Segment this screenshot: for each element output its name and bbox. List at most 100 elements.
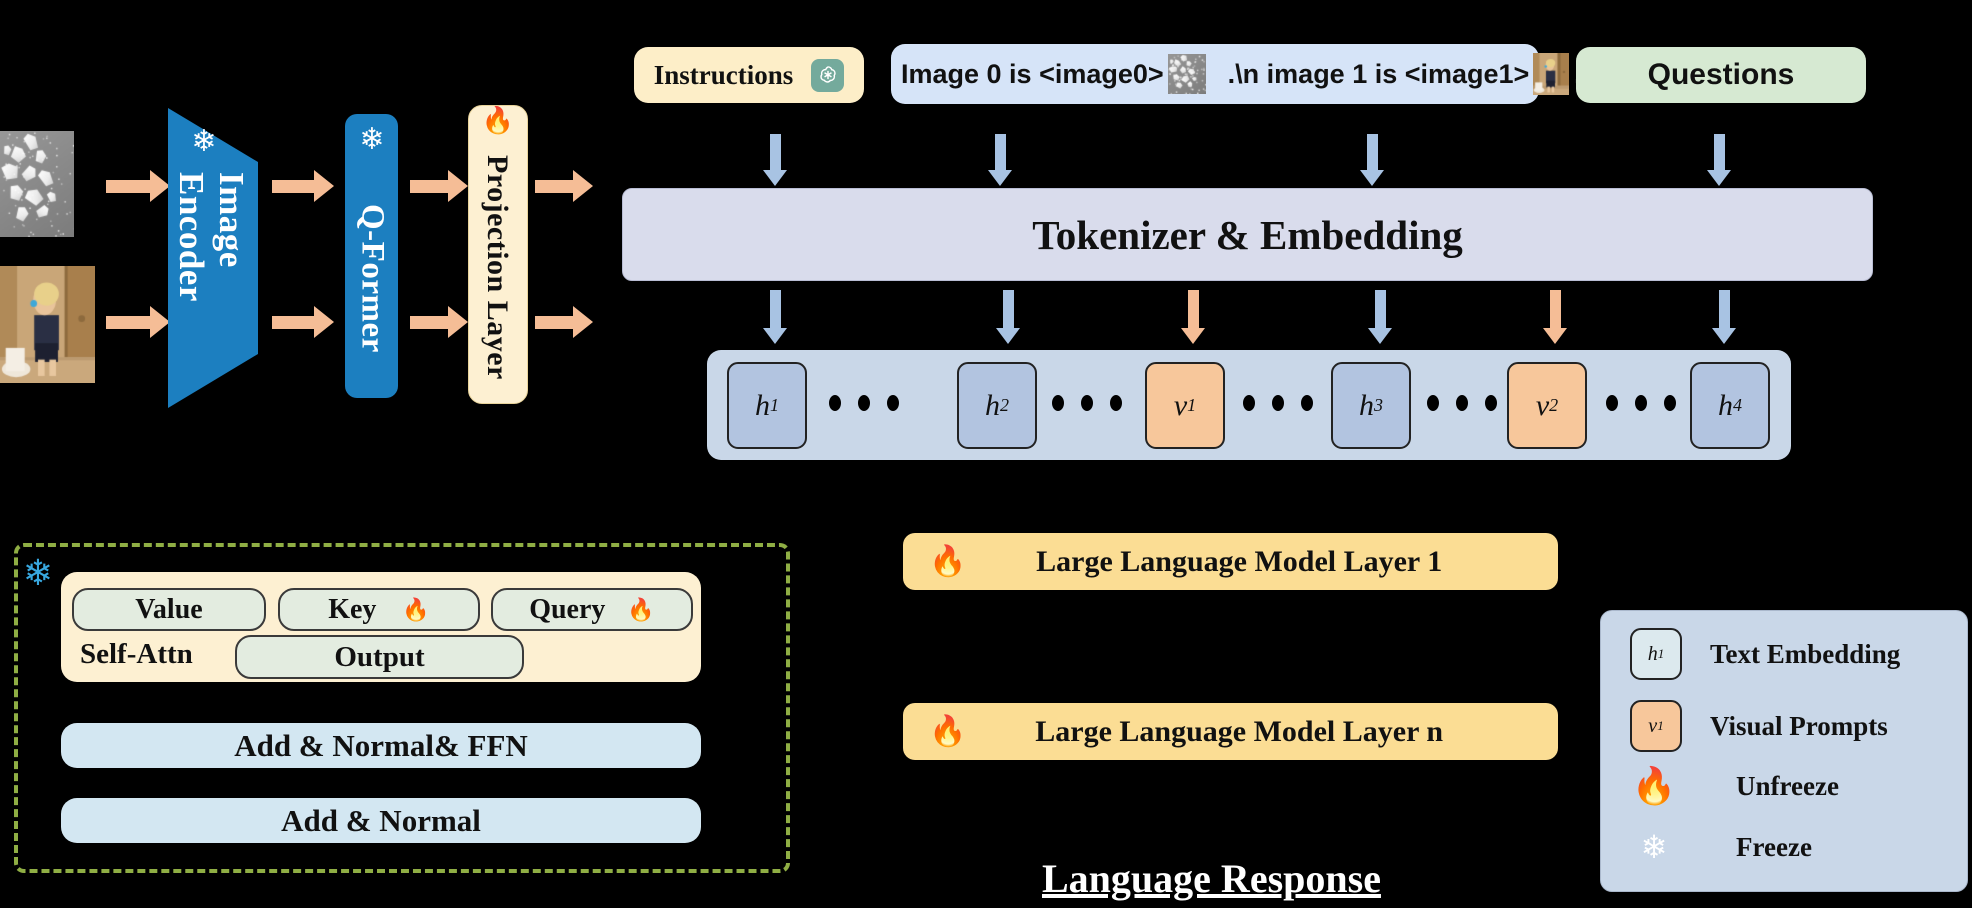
legend-swatch-h-label: h	[1648, 643, 1658, 666]
query-fire-icon: 🔥	[627, 599, 654, 621]
token-h2-label: h	[985, 389, 1000, 423]
legend-swatch-visual-prompts: v1	[1630, 700, 1682, 752]
language-response-label: Language Response	[1042, 855, 1381, 902]
arrow-questions-to-tokenizer	[1707, 134, 1731, 186]
add-normal-bar[interactable]: Add & Normal	[61, 798, 701, 843]
arrow-image2-to-encoder	[106, 306, 170, 338]
arrow-qformer-to-projection-bottom	[410, 306, 468, 338]
token-dots-3	[1243, 395, 1313, 411]
legend-row-unfreeze: 🔥 Unfreeze	[1630, 768, 1839, 804]
legend-label-visual-prompts: Visual Prompts	[1710, 711, 1888, 742]
legend-swatch-v-label: v	[1648, 715, 1657, 738]
value-pill[interactable]: Value	[72, 588, 266, 631]
add-normal-label: Add & Normal	[281, 803, 481, 839]
token-h4-sub: 4	[1733, 395, 1742, 416]
token-h1-sub: 1	[770, 395, 779, 416]
arrow-tokenizer-to-token-h3	[1368, 290, 1392, 344]
token-h4[interactable]: h4	[1690, 362, 1770, 449]
arrow-projection-out-top	[535, 170, 593, 202]
legend-swatch-h-sub: 1	[1658, 646, 1665, 662]
instructions-box[interactable]: Instructions	[634, 47, 864, 103]
self-attention-snowflake-icon: ❄	[16, 552, 60, 594]
projection-layer-fire-icon: 🔥	[477, 108, 519, 134]
output-pill[interactable]: Output	[235, 635, 524, 679]
projection-layer-label: Projection Layer	[474, 142, 520, 392]
llm-layer-1-label: Large Language Model Layer 1	[966, 545, 1558, 579]
add-normal-ffn-label: Add & Normal& FFN	[234, 728, 528, 764]
token-h4-label: h	[1718, 389, 1733, 423]
arrow-prompt2-to-tokenizer	[1360, 134, 1384, 186]
arrow-tokenizer-to-token-h4	[1712, 290, 1736, 344]
arrow-prompt-to-tokenizer	[988, 134, 1012, 186]
q-former-snowflake-icon: ❄	[352, 122, 392, 157]
llm-layer-n-label: Large Language Model Layer n	[966, 715, 1558, 749]
token-h2[interactable]: h2	[957, 362, 1037, 449]
token-v2-label: v	[1536, 389, 1549, 423]
key-fire-icon: 🔥	[402, 599, 429, 621]
key-pill[interactable]: Key 🔥	[278, 588, 480, 631]
prompt-segment-1: Image 0 is <image0>	[901, 59, 1164, 90]
token-dots-1	[829, 395, 899, 411]
questions-box[interactable]: Questions	[1576, 47, 1866, 103]
prompt-thumb-broken-ceramic	[1168, 54, 1206, 94]
token-v2-sub: 2	[1549, 395, 1558, 416]
token-h3[interactable]: h3	[1331, 362, 1411, 449]
token-h1[interactable]: h1	[727, 362, 807, 449]
legend-fire-icon: 🔥	[1630, 768, 1678, 804]
query-label: Query	[529, 594, 605, 626]
arrow-image1-to-encoder	[106, 170, 170, 202]
token-v2[interactable]: v2	[1507, 362, 1587, 449]
token-h1-label: h	[755, 389, 770, 423]
token-h3-label: h	[1359, 389, 1374, 423]
legend-label-freeze: Freeze	[1736, 832, 1812, 863]
arrow-encoder-to-qformer-bottom	[272, 306, 334, 338]
input-image-broken-ceramic	[0, 131, 74, 237]
input-image-toddler	[0, 266, 95, 383]
image-encoder-snowflake-icon: ❄	[186, 124, 222, 160]
arrow-tokenizer-to-token-h2	[996, 290, 1020, 344]
token-h2-sub: 2	[1000, 395, 1009, 416]
legend-label-unfreeze: Unfreeze	[1736, 771, 1839, 802]
token-h3-sub: 3	[1374, 395, 1383, 416]
arrow-tokenizer-to-token-v1	[1181, 290, 1205, 344]
token-dots-2	[1052, 395, 1122, 411]
token-dots-5	[1606, 395, 1676, 411]
tokenizer-embedding-block[interactable]: Tokenizer & Embedding	[622, 188, 1873, 281]
image-encoder-label: Image Encoder	[188, 172, 234, 382]
token-v1-sub: 1	[1187, 395, 1196, 416]
llm-layer-n[interactable]: 🔥 Large Language Model Layer n	[903, 703, 1558, 760]
legend-label-text-embedding: Text Embedding	[1710, 639, 1900, 670]
tokenizer-label: Tokenizer & Embedding	[1032, 211, 1463, 259]
instructions-label: Instructions	[654, 60, 794, 91]
self-attn-label: Self-Attn	[80, 638, 193, 671]
prompt-thumb-toddler	[1533, 53, 1569, 95]
legend-snowflake-icon: ❄	[1630, 828, 1678, 866]
openai-logo-icon	[811, 59, 844, 92]
prompt-segment-2: .\n image 1 is <image1>	[1228, 59, 1530, 90]
arrow-projection-out-bottom	[535, 306, 593, 338]
llm-layer-1[interactable]: 🔥 Large Language Model Layer 1	[903, 533, 1558, 590]
arrow-tokenizer-to-token-h1	[763, 290, 787, 344]
key-label: Key	[328, 594, 376, 626]
prompt-text-box[interactable]: Image 0 is <image0> .\n image 1 is <imag…	[891, 44, 1539, 104]
legend-row-visual-prompts: v1 Visual Prompts	[1630, 700, 1888, 752]
value-label: Value	[135, 594, 202, 626]
arrow-instructions-to-tokenizer	[763, 134, 787, 186]
q-former-label: Q-Former	[351, 168, 393, 388]
token-v1-label: v	[1174, 389, 1187, 423]
legend-row-text-embedding: h1 Text Embedding	[1630, 628, 1900, 680]
token-dots-4	[1427, 395, 1497, 411]
legend-swatch-v-sub: 1	[1657, 718, 1664, 734]
add-normal-ffn-bar[interactable]: Add & Normal& FFN	[61, 723, 701, 768]
llm-layer-1-fire-icon: 🔥	[929, 547, 966, 577]
arrow-qformer-to-projection-top	[410, 170, 468, 202]
legend-row-freeze: ❄ Freeze	[1630, 828, 1812, 866]
arrow-tokenizer-to-token-v2	[1543, 290, 1567, 344]
arrow-encoder-to-qformer-top	[272, 170, 334, 202]
llm-layer-n-fire-icon: 🔥	[929, 717, 966, 747]
token-v1[interactable]: v1	[1145, 362, 1225, 449]
query-pill[interactable]: Query 🔥	[491, 588, 693, 631]
output-label: Output	[334, 641, 424, 674]
questions-label: Questions	[1648, 58, 1795, 92]
legend-swatch-text-embedding: h1	[1630, 628, 1682, 680]
